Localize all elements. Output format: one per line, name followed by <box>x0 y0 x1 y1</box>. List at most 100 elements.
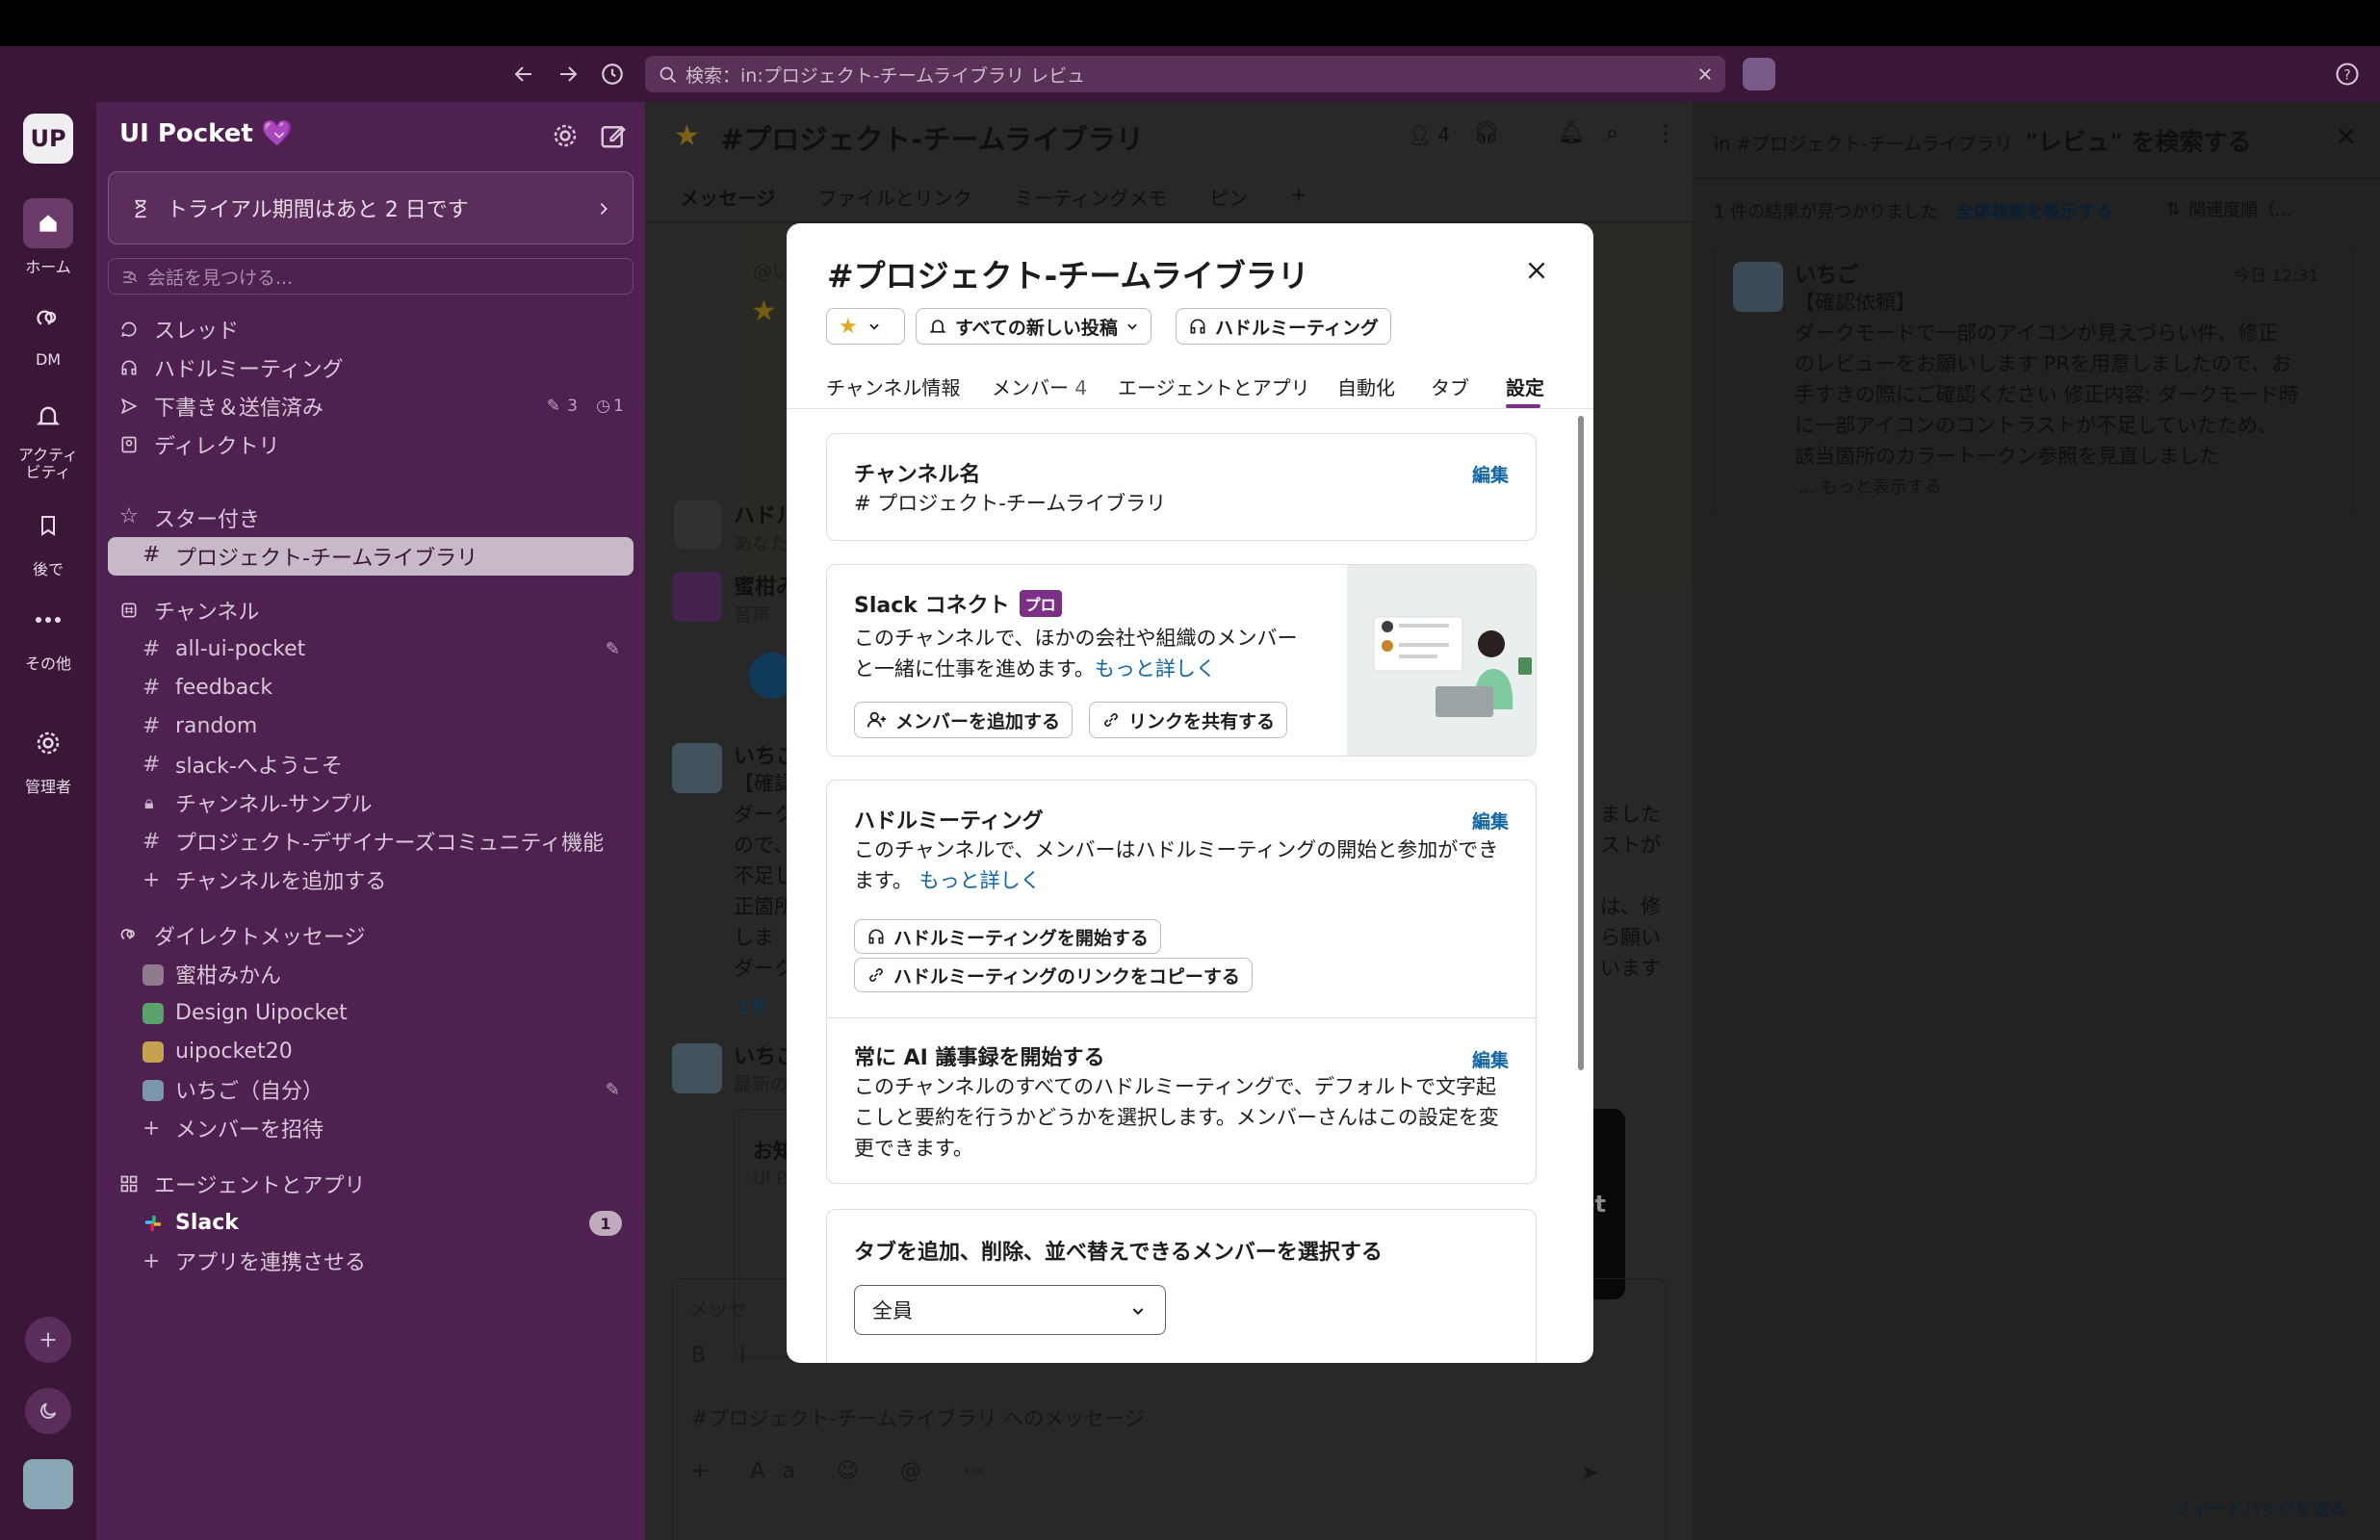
app-item-slack[interactable]: Slack 1 <box>108 1203 634 1242</box>
copy-huddle-link-label: ハドルミーティングのリンクをコピーする <box>893 965 1240 988</box>
connect-apps[interactable]: + アプリを連携させる <box>108 1242 634 1280</box>
section-dms[interactable]: ダイレクトメッセージ <box>108 916 634 955</box>
find-conversation-input[interactable]: 会話を見つける... <box>108 258 634 295</box>
tab-settings[interactable]: 設定 <box>1506 372 1544 400</box>
ai-notes-desc: このチャンネルのすべてのハドルミーティングで、デフォルトで文字起 こしと要約を行… <box>854 1075 1499 1160</box>
dm-icon <box>23 295 73 345</box>
dm-item[interactable]: いちご（自分） ✎ <box>108 1070 634 1109</box>
unread-badge: 1 <box>589 1211 622 1236</box>
close-icon[interactable] <box>1524 258 1549 283</box>
dm-item[interactable]: uipocket20 <box>108 1032 634 1070</box>
tab-automation[interactable]: 自動化 <box>1337 372 1395 400</box>
tab-permissions-value: 全員 <box>872 1299 913 1322</box>
channel-item[interactable]: # all-ui-pocket ✎ <box>108 629 634 668</box>
huddle-button[interactable]: ハドルミーティング <box>1176 308 1391 345</box>
clock-icon: ◷ <box>596 397 610 416</box>
channel-item[interactable]: # プロジェクト-デザイナーズコミュニティ機能 <box>108 822 634 860</box>
dm-item[interactable]: Design Uipocket <box>108 993 634 1032</box>
svg-text:?: ? <box>2343 67 2350 83</box>
start-huddle-button[interactable]: ハドルミーティングを開始する <box>854 919 1161 954</box>
channel-item[interactable]: # feedback <box>108 668 634 706</box>
trial-banner[interactable]: トライアル期間はあと 2 日です <box>108 171 634 244</box>
rail-dm[interactable]: DM <box>0 295 96 369</box>
rail-later-label: 後で <box>32 560 64 578</box>
chevron-down-icon <box>869 323 879 330</box>
tab-agents-apps[interactable]: エージェントとアプリ <box>1118 372 1310 400</box>
share-link-button[interactable]: リンクを共有する <box>1089 702 1288 738</box>
forward-arrow-icon[interactable] <box>552 58 584 90</box>
rail-activity[interactable]: アクティ ビティ <box>0 391 96 481</box>
channel-item[interactable]: # slack-へようこそ <box>108 745 634 783</box>
os-top-strip <box>0 0 2380 46</box>
learn-more-link[interactable]: もっと詳しく <box>1095 657 1216 680</box>
sidebar-item-directory[interactable]: ディレクトリ <box>108 425 634 464</box>
rail-admin[interactable]: 管理者 <box>0 718 96 797</box>
slack-app-label: Slack <box>175 1210 239 1235</box>
channel-label: プロジェクト-デザイナーズコミュニティ機能 <box>175 832 605 856</box>
section-channels[interactable]: チャンネル <box>108 591 634 629</box>
gear-icon <box>23 718 73 768</box>
huddle-learn-more-link[interactable]: もっと詳しく <box>919 869 1041 892</box>
settings-gear-icon[interactable] <box>551 121 580 150</box>
edit-huddle-link[interactable]: 編集 <box>1472 808 1509 834</box>
edit-ai-notes-link[interactable]: 編集 <box>1472 1046 1509 1072</box>
tab-channel-info[interactable]: チャンネル情報 <box>826 372 960 400</box>
add-members-button[interactable]: メンバーを追加する <box>854 702 1074 738</box>
moon-icon[interactable] <box>25 1388 71 1434</box>
rail-home[interactable]: ホーム <box>0 198 96 277</box>
profile-emoji-icon[interactable] <box>1743 58 1775 90</box>
workspace-name[interactable]: UI Pocket 💜 <box>119 119 293 148</box>
notification-button[interactable]: すべての新しい投稿 <box>916 308 1151 345</box>
hourglass-icon <box>135 199 146 218</box>
avatar <box>142 964 164 986</box>
rail-more[interactable]: その他 <box>0 595 96 674</box>
hash-icon: # <box>142 543 161 567</box>
invite-members[interactable]: + メンバーを招待 <box>108 1109 634 1147</box>
channel-item[interactable]: # random <box>108 706 634 745</box>
plus-icon: + <box>142 1116 161 1141</box>
back-arrow-icon[interactable] <box>507 58 540 90</box>
sidebar-item-huddles[interactable]: ハドルミーティング <box>108 348 634 387</box>
avatar <box>142 1041 164 1063</box>
sidebar-item-drafts[interactable]: 下書き＆送信済み ✎ 3 ◷ 1 <box>108 387 634 425</box>
user-avatar[interactable] <box>23 1459 73 1509</box>
clear-search-icon[interactable] <box>1696 65 1714 83</box>
start-huddle-label: ハドルミーティングを開始する <box>893 927 1149 949</box>
slack-connect-illustration <box>1347 565 1536 756</box>
tab-permissions-select[interactable]: 全員 <box>854 1285 1166 1335</box>
sidebar-item-threads[interactable]: スレッド <box>108 310 634 348</box>
dm-label: 蜜柑みかん <box>175 964 282 988</box>
huddle-button-label: ハドルミーティング <box>1215 317 1379 339</box>
channels-header: チャンネル <box>154 601 260 625</box>
star-filled-icon: ★ <box>839 314 858 339</box>
star-button[interactable]: ★ <box>826 308 905 345</box>
edit-channel-name-link[interactable]: 編集 <box>1472 461 1509 487</box>
tab-tabs[interactable]: タブ <box>1431 372 1469 400</box>
compose-icon[interactable] <box>599 121 628 150</box>
directory-icon <box>121 436 137 453</box>
scrollbar[interactable] <box>1578 416 1584 1070</box>
copy-huddle-link-button[interactable]: ハドルミーティングのリンクをコピーする <box>854 958 1253 992</box>
tab-members[interactable]: メンバー 4 <box>992 372 1087 400</box>
plus-icon: + <box>142 867 161 892</box>
rail-home-label: ホーム <box>25 258 71 276</box>
add-workspace-icon[interactable] <box>25 1317 71 1363</box>
add-channel[interactable]: + チャンネルを追加する <box>108 860 634 899</box>
search-input[interactable]: 検索：in:プロジェクト-チームライブラリ レビュ <box>645 56 1725 92</box>
add-person-icon <box>867 711 887 728</box>
sidebar-item-starred-channel[interactable]: # プロジェクト-チームライブラリ <box>108 537 634 576</box>
apps-grid-icon <box>120 1175 138 1193</box>
section-apps[interactable]: エージェントとアプリ <box>108 1165 634 1203</box>
chevron-down-icon[interactable] <box>272 127 287 142</box>
history-icon[interactable] <box>596 58 629 90</box>
help-icon[interactable]: ? <box>2334 61 2361 88</box>
ai-notes-title: 常に AI 議事録を開始する <box>854 1046 1105 1070</box>
channel-item[interactable]: 🔒︎ チャンネル-サンプル <box>108 783 634 822</box>
dm-item[interactable]: 蜜柑みかん <box>108 955 634 993</box>
workspace-avatar[interactable]: UP <box>23 114 73 164</box>
section-starred[interactable]: ☆ スター付き <box>108 499 634 537</box>
pencil-icon: ✎ <box>605 1079 620 1100</box>
link-icon <box>1104 713 1118 727</box>
rail-later[interactable]: 後で <box>0 500 96 579</box>
more-dots-icon <box>23 595 73 645</box>
